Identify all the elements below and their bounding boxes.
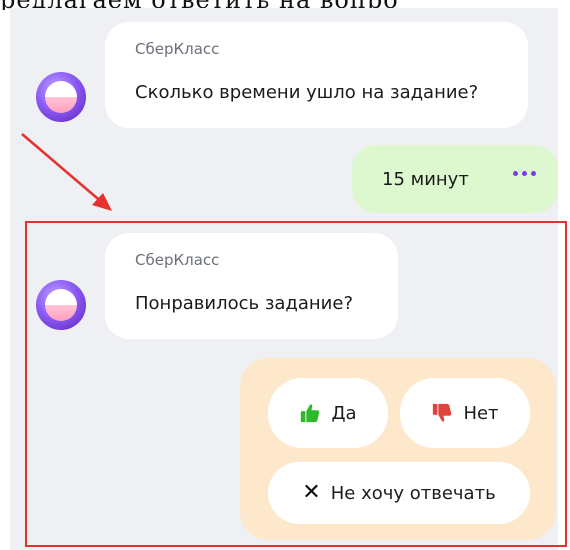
user-reply-bubble: 15 минут [352,145,558,213]
highlight-frame [25,221,567,547]
user-reply-text: 15 минут [382,169,469,190]
bot-message-bubble: СберКласс Сколько времени ушло на задани… [105,22,528,128]
message-sender: СберКласс [135,40,220,58]
message-text: Сколько времени ушло на задание? [135,82,479,103]
bot-avatar [36,72,86,122]
more-dots-icon[interactable] [513,171,536,176]
